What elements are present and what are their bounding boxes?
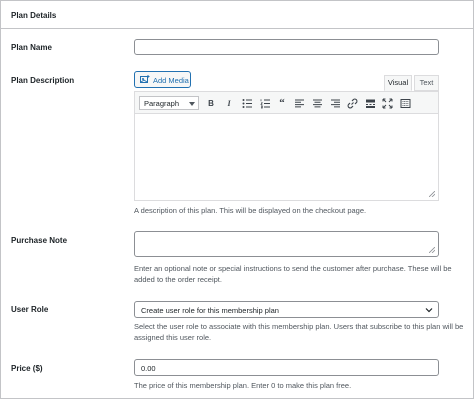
user-role-label: User Role	[11, 305, 49, 314]
chevron-down-icon	[425, 308, 433, 313]
resize-handle-icon[interactable]	[429, 247, 435, 253]
bullet-list-icon[interactable]	[241, 97, 253, 109]
bold-icon[interactable]: B	[205, 97, 217, 109]
purchase-note-label: Purchase Note	[11, 236, 68, 245]
media-icon	[140, 75, 150, 83]
price-input[interactable]: 0.00	[134, 359, 439, 376]
toolbar-toggle-icon[interactable]	[399, 97, 411, 109]
plan-name-label: Plan Name	[11, 43, 52, 52]
align-right-icon[interactable]	[329, 97, 341, 109]
italic-icon[interactable]: I	[223, 97, 235, 109]
align-left-icon[interactable]	[293, 97, 305, 109]
price-label: Price ($)	[11, 364, 43, 373]
add-media-label: Add Media	[153, 76, 189, 85]
chevron-down-icon	[189, 102, 195, 106]
description-editor[interactable]: Paragraph B I “	[134, 91, 439, 201]
user-role-help: Select the user role to associate with t…	[134, 322, 464, 342]
plan-name-input[interactable]	[134, 39, 439, 55]
user-role-selected: Create user role for this membership pla…	[141, 306, 279, 315]
link-icon[interactable]	[346, 97, 358, 109]
purchase-note-help: Enter an optional note or special instru…	[134, 264, 452, 284]
plan-description-label: Plan Description	[11, 76, 75, 85]
price-value: 0.00	[141, 364, 156, 373]
fullscreen-icon[interactable]	[381, 97, 393, 109]
resize-handle-icon[interactable]	[429, 191, 435, 197]
format-select[interactable]: Paragraph	[139, 96, 199, 110]
price-help: The price of this membership plan. Enter…	[134, 381, 352, 390]
read-more-icon[interactable]	[364, 97, 376, 109]
plan-details-panel: Plan Details Plan Name Plan Description …	[0, 0, 474, 399]
plan-description-help: A description of this plan. This will be…	[134, 206, 367, 215]
align-center-icon[interactable]	[311, 97, 323, 109]
numbered-list-icon[interactable]	[259, 97, 271, 109]
user-role-select[interactable]: Create user role for this membership pla…	[134, 301, 439, 318]
tab-text[interactable]: Text	[414, 75, 439, 91]
add-media-button[interactable]: Add Media	[134, 71, 191, 88]
blockquote-icon[interactable]: “	[276, 97, 288, 109]
purchase-note-textarea[interactable]	[134, 231, 439, 257]
panel-header: Plan Details	[1, 1, 473, 29]
format-select-value: Paragraph	[144, 99, 180, 108]
panel-title: Plan Details	[11, 11, 57, 20]
editor-toolbar: Paragraph B I “	[135, 92, 438, 114]
tab-visual[interactable]: Visual	[384, 75, 412, 91]
